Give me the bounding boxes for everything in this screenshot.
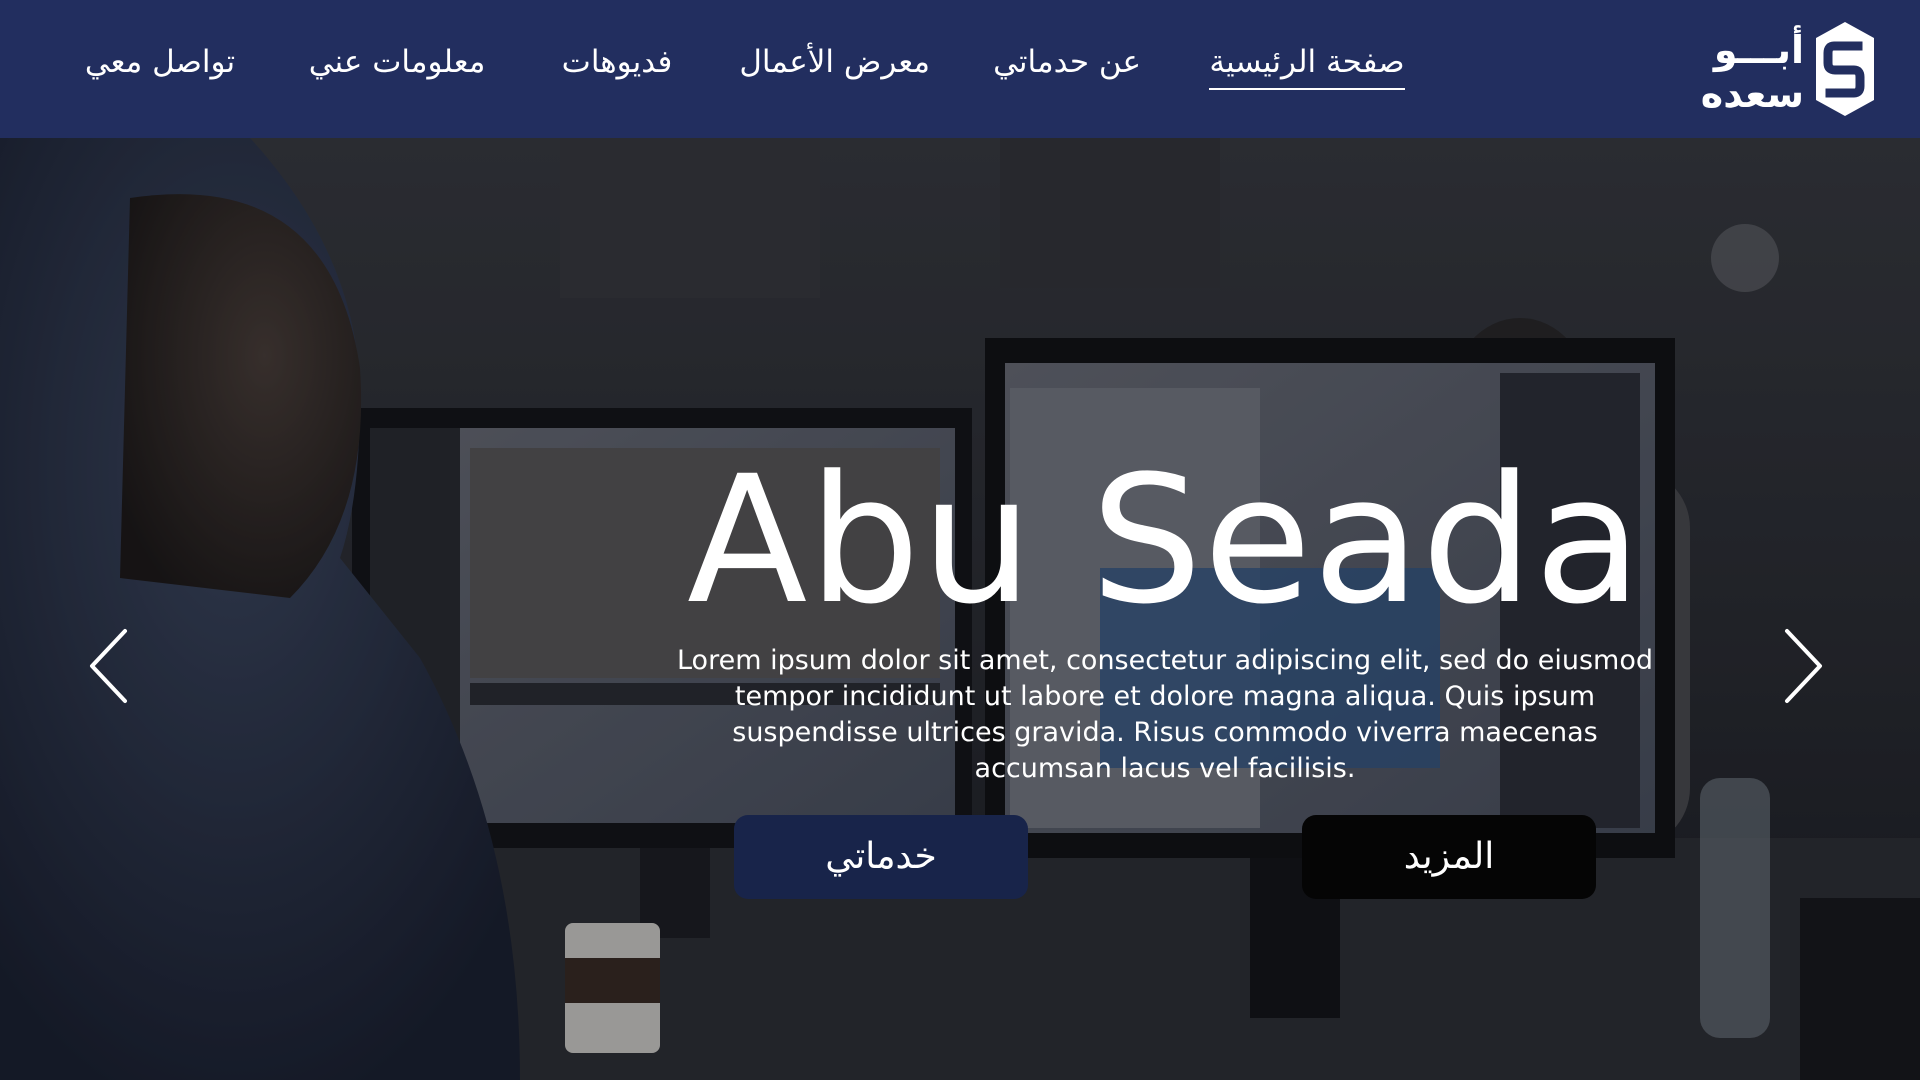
nav-item-portfolio[interactable]: معرض الأعمال bbox=[739, 40, 930, 90]
hero-slider: Abu Seada Lorem ipsum dolor sit amet, co… bbox=[0, 138, 1920, 1080]
more-button[interactable]: المزيد bbox=[1302, 815, 1596, 899]
nav-item-contact[interactable]: تواصل معي bbox=[82, 40, 238, 90]
navbar: صفحة الرئيسية عن حدماتي معرض الأعمال فدي… bbox=[0, 0, 1920, 138]
logo-text-bottom: سعده bbox=[1700, 72, 1804, 116]
page: صفحة الرئيسية عن حدماتي معرض الأعمال فدي… bbox=[0, 0, 1920, 1080]
chevron-left-icon[interactable] bbox=[80, 621, 140, 711]
logo[interactable]: أبـــو سعده bbox=[1676, 20, 1876, 120]
logo-mark-icon bbox=[1816, 22, 1874, 116]
hero-title: Abu Seada bbox=[686, 438, 1644, 643]
nav-item-about-services[interactable]: عن حدماتي bbox=[993, 40, 1141, 90]
nav-item-about-me[interactable]: معلومات عني bbox=[305, 40, 489, 90]
nav-links: صفحة الرئيسية عن حدماتي معرض الأعمال فدي… bbox=[0, 0, 1920, 138]
logo-text-top: أبـــو bbox=[1713, 28, 1804, 72]
nav-item-videos[interactable]: فديوهات bbox=[558, 40, 676, 90]
chevron-right-icon[interactable] bbox=[1772, 621, 1832, 711]
nav-item-home[interactable]: صفحة الرئيسية bbox=[1209, 40, 1405, 90]
services-button[interactable]: خدماتي bbox=[734, 815, 1028, 899]
hero-description: Lorem ipsum dolor sit amet, consectetur … bbox=[676, 645, 1653, 784]
